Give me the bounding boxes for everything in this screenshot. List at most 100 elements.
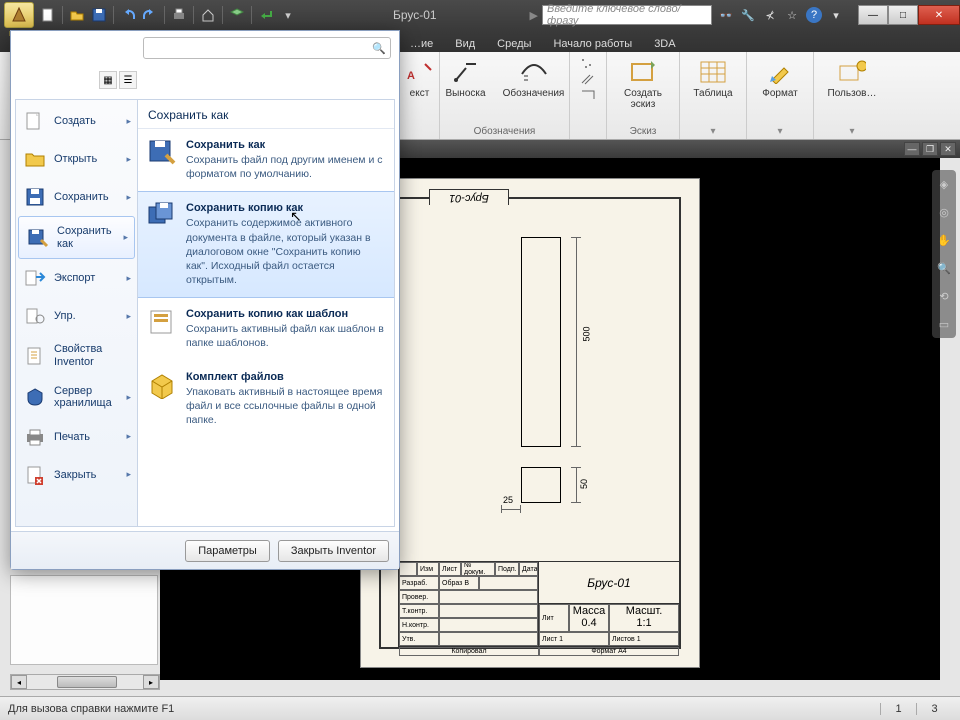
app-menu-search[interactable]: 🔍: [143, 37, 391, 59]
zoom-icon[interactable]: 🔍: [936, 260, 952, 276]
undo-icon[interactable]: [120, 7, 136, 23]
title-block: Изм Лист № докум. Подп. Дата Разраб.Обра…: [381, 561, 679, 647]
pan-icon[interactable]: ✋: [936, 232, 952, 248]
option-pack-and-go[interactable]: Комплект файлов Упаковать активный в нас…: [138, 361, 394, 438]
layers-icon[interactable]: [229, 7, 245, 23]
exit-inventor-button[interactable]: Закрыть Inventor: [278, 540, 389, 562]
tb-h-izm: Изм: [417, 562, 439, 576]
minimize-button[interactable]: —: [858, 5, 888, 25]
help-icon[interactable]: ?: [806, 7, 822, 23]
dropdown-icon[interactable]: ▾: [828, 7, 844, 23]
tab-getstart[interactable]: Начало работы: [543, 36, 642, 52]
key-icon[interactable]: ⊀: [762, 7, 778, 23]
home-icon[interactable]: [200, 7, 216, 23]
recent-grid-icon[interactable]: ▦: [99, 71, 117, 89]
recent-list-icon[interactable]: ☰: [119, 71, 137, 89]
manage-icon: [22, 305, 48, 327]
app-menu-close-label: Закрыть: [54, 469, 120, 482]
close-window-button[interactable]: ✕: [918, 5, 960, 25]
app-menu-search-input[interactable]: [148, 42, 372, 54]
status-bar: Для вызова справки нажмите F1 1 3: [0, 696, 960, 720]
print-icon[interactable]: [171, 7, 187, 23]
app-menu-export[interactable]: Экспорт ▸: [16, 259, 137, 297]
sketch-icon: [629, 58, 657, 86]
steering-icon[interactable]: ◎: [936, 204, 952, 220]
quick-access-toolbar: ▾: [0, 2, 300, 28]
group-format-drop[interactable]: ▾: [777, 124, 782, 137]
app-menu-open[interactable]: Открыть ▸: [16, 140, 137, 178]
format-label: Формат: [762, 88, 798, 99]
option-save-copy-as[interactable]: Сохранить копию как Сохранить содержимое…: [138, 191, 394, 298]
app-menu-iproperties[interactable]: Свойства Inventor: [16, 335, 137, 376]
return-icon[interactable]: [258, 7, 274, 23]
app-menu-print[interactable]: Печать ▸: [16, 418, 137, 456]
save-icon[interactable]: [91, 7, 107, 23]
open-icon[interactable]: [69, 7, 85, 23]
option-save-as-template[interactable]: Сохранить копию как шаблон Сохранить акт…: [138, 298, 394, 360]
status-text: Для вызова справки нажмите F1: [8, 703, 174, 715]
group-table-drop[interactable]: ▾: [710, 124, 715, 137]
app-menu-manage[interactable]: Упр. ▸: [16, 297, 137, 335]
lookat-icon[interactable]: ▭: [936, 316, 952, 332]
drawing-sheet: Брус-01 500 50 25 Изм Лист: [360, 178, 700, 668]
hatch-icon[interactable]: [578, 72, 598, 86]
options-button[interactable]: Параметры: [185, 540, 270, 562]
search-icon[interactable]: 🔍: [372, 42, 386, 55]
star-icon[interactable]: ☆: [784, 7, 800, 23]
customize-button[interactable]: Пользов…: [822, 56, 882, 101]
format-button[interactable]: Формат: [755, 56, 805, 101]
tab-env[interactable]: Среды: [487, 36, 541, 52]
dimension-height-small-label: 50: [579, 479, 589, 489]
option-save-template-title: Сохранить копию как шаблон: [186, 308, 384, 320]
maximize-button[interactable]: □: [888, 5, 918, 25]
dots-icon[interactable]: [578, 56, 598, 70]
tb-role-dev: Разраб.: [399, 576, 439, 590]
edge-icon[interactable]: [578, 88, 598, 102]
app-menu-iproperties-label: Свойства Inventor: [54, 343, 131, 368]
app-menu-save-as[interactable]: Сохранить как ▸: [18, 216, 135, 259]
redo-icon[interactable]: [142, 7, 158, 23]
table-button[interactable]: Таблица: [688, 56, 738, 101]
scroll-thumb[interactable]: [57, 676, 117, 688]
leader-button[interactable]: Выноска: [441, 56, 491, 101]
canvas-left-stub: [160, 575, 355, 665]
binoculars-icon[interactable]: 👓: [718, 7, 734, 23]
option-pack-desc: Упаковать активный в настоящее время фай…: [186, 385, 384, 428]
group-custom-drop[interactable]: ▾: [849, 124, 854, 137]
create-sketch-button[interactable]: Создать эскиз: [615, 56, 671, 112]
doc-close-button[interactable]: ✕: [940, 142, 956, 156]
scroll-left-button[interactable]: ◂: [11, 675, 27, 689]
orbit-icon[interactable]: ⟲: [936, 288, 952, 304]
app-menu-print-label: Печать: [54, 431, 120, 444]
option-save-as[interactable]: Сохранить как Сохранить файл под другим …: [138, 129, 394, 191]
wrench-icon[interactable]: 🔧: [740, 7, 756, 23]
app-menu-vault[interactable]: Сервер хранилища ▸: [16, 377, 137, 418]
status-cell-1: 1: [880, 703, 916, 715]
doc-restore-button[interactable]: ❐: [922, 142, 938, 156]
tb-role-check: Провер.: [399, 590, 439, 604]
nav-cube-icon[interactable]: ◈: [936, 176, 952, 192]
app-menu-save[interactable]: Сохранить ▸: [16, 178, 137, 216]
app-menu-close[interactable]: Закрыть ▸: [16, 456, 137, 494]
table-icon: [699, 58, 727, 86]
iproperties-icon: [22, 345, 48, 367]
tab-view[interactable]: Вид: [445, 36, 485, 52]
doc-minimize-button[interactable]: —: [904, 142, 920, 156]
title-bar: ▾ Брус-01 ▶ Введите ключевое слово/фразу…: [0, 0, 960, 30]
title-help-icons: 👓 🔧 ⊀ ☆ ? ▾: [712, 7, 850, 23]
text-button-stub[interactable]: A екст: [395, 56, 445, 101]
app-logo-icon[interactable]: [4, 2, 34, 28]
app-menu-new[interactable]: Создать ▸: [16, 102, 137, 140]
scroll-right-button[interactable]: ▸: [143, 675, 159, 689]
browser-panel[interactable]: [10, 575, 158, 665]
symbols-button[interactable]: Обозначения: [499, 56, 569, 101]
titleblock-name: Брус-01: [539, 562, 679, 604]
tb-col-lit: Лит: [539, 604, 569, 632]
tab-3da[interactable]: 3DA: [644, 36, 685, 52]
tab-partial[interactable]: …ие: [400, 36, 443, 52]
symbols-label: Обозначения: [503, 88, 565, 99]
new-icon[interactable]: [40, 7, 56, 23]
help-search-input[interactable]: Введите ключевое слово/фразу: [542, 5, 712, 25]
dropdown-icon[interactable]: ▾: [280, 7, 296, 23]
browser-hscroll[interactable]: ◂ ▸: [10, 674, 160, 690]
